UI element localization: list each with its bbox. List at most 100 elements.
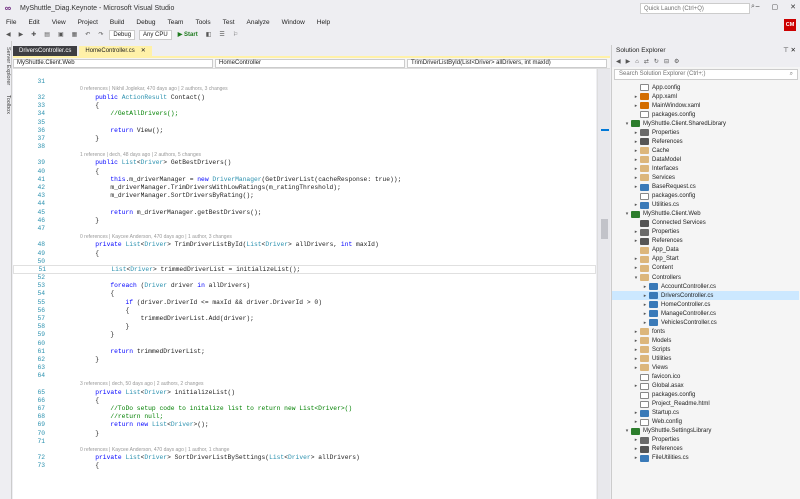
bookmark-icon[interactable]: ⚐ [231,31,240,38]
tree-item[interactable]: Connected Services [612,219,799,228]
code-text[interactable]: } [53,430,99,437]
expand-icon[interactable]: ▸ [641,302,649,308]
code-text[interactable]: { [53,290,114,297]
code-text[interactable]: } [53,135,99,142]
expand-icon[interactable]: ▸ [632,184,640,190]
solution-search-input[interactable]: Search Solution Explorer (Ctrl+;) ⌕ [614,69,798,80]
menu-debug[interactable]: Debug [130,19,161,26]
tree-item[interactable]: packages.config [612,110,799,119]
expand-icon[interactable]: ▸ [632,347,640,353]
tree-item[interactable]: ▸ Properties [612,228,799,237]
back-icon[interactable]: ◀ [4,31,13,38]
minimize-icon[interactable]: – [756,3,760,11]
tree-item[interactable]: packages.config [612,192,799,201]
expand-icon[interactable]: ▸ [632,265,640,271]
code-text[interactable]: m_driverManager.TrimDriversWithLowRating… [53,184,341,191]
tree-item[interactable]: ▸ Cache [612,146,799,155]
expand-icon[interactable]: ▸ [632,383,640,389]
expand-icon[interactable]: ▸ [632,175,640,181]
menu-window[interactable]: Window [276,19,311,26]
code-text[interactable]: return new List<Driver>(); [53,421,208,428]
start-button[interactable]: ▶ Start [176,31,200,38]
expand-icon[interactable]: ▸ [632,329,640,335]
tree-item[interactable]: packages.config [612,391,799,400]
tree-item[interactable]: ▸ Global.asax [612,382,799,391]
tree-item[interactable]: ▾ MyShuttle.SettingsLibrary [612,427,799,436]
scroll-thumb[interactable] [601,219,608,239]
code-text[interactable]: { [53,102,99,109]
expand-icon[interactable]: ▸ [632,238,640,244]
expand-icon[interactable]: ▸ [632,94,640,100]
tree-item[interactable]: ▸ Startup.cs [612,409,799,418]
menu-view[interactable]: View [46,19,72,26]
tree-item[interactable]: ▸ HomeController.cs [612,300,799,309]
expand-icon[interactable]: ▸ [632,166,640,172]
code-text[interactable]: //GetAllDrivers(); [53,110,178,117]
tree-item[interactable]: ▸ References [612,137,799,146]
quick-launch-input[interactable]: Quick Launch (Ctrl+Q) [640,3,750,14]
code-text[interactable]: trimmedDriverList.Add(driver); [53,315,254,322]
menu-test[interactable]: Test [217,19,241,26]
code-text[interactable]: { [53,250,99,257]
forward-icon[interactable]: ▶ [626,58,631,65]
tree-item[interactable]: ▸ Properties [612,436,799,445]
tree-item[interactable]: ▸ Content [612,264,799,273]
tree-item[interactable]: ▸ Utilities.cs [612,201,799,210]
code-editor[interactable]: 31 0 references | Nikhil Joglekar, 470 da… [13,69,596,499]
class-dropdown[interactable]: HomeController [215,58,405,68]
tree-item[interactable]: ▸ Properties [612,128,799,137]
tree-item[interactable]: ▸ fonts [612,327,799,336]
code-text[interactable]: if (driver.DriverId <= maxId && driver.D… [53,299,322,306]
tree-item[interactable]: ▸ Services [612,173,799,182]
expand-icon[interactable]: ▸ [632,437,640,443]
menu-edit[interactable]: Edit [22,19,45,26]
tree-item[interactable]: ▸ DataModel [612,155,799,164]
tree-item[interactable]: ▸ App_Start [612,255,799,264]
tree-item[interactable]: App.config [612,83,799,92]
collapse-icon[interactable]: ▾ [623,428,631,434]
code-text[interactable]: List<Driver> trimmedDriverList = initial… [54,266,300,273]
expand-icon[interactable]: ▸ [632,356,640,362]
refresh-icon[interactable]: ↻ [654,58,659,65]
code-text[interactable]: public List<Driver> GetBestDrivers() [53,159,231,166]
tree-item[interactable]: ▸ Scripts [612,345,799,354]
sync-icon[interactable]: ⇄ [644,58,649,65]
toolbox-tab[interactable]: Toolbox [1,95,11,114]
attach-icon[interactable]: ◧ [204,31,214,38]
codelens-text[interactable]: 0 references | Kaycee Anderson, 470 days… [13,234,232,240]
code-text[interactable]: return trimmedDriverList; [53,348,204,355]
tree-item[interactable]: ▸ AccountController.cs [612,282,799,291]
tree-item[interactable]: ▸ ManageController.cs [612,309,799,318]
tree-item[interactable]: ▸ BaseRequest.cs [612,183,799,192]
tree-item[interactable]: ▸ VehiclesController.cs [612,318,799,327]
menu-help[interactable]: Help [311,19,336,26]
collapse-icon[interactable]: ▾ [632,275,640,281]
tree-item[interactable]: ▾ MyShuttle.Client.SharedLibrary [612,119,799,128]
code-text[interactable]: } [53,323,129,330]
server-explorer-tab[interactable]: Server Explorer [1,47,11,85]
code-text[interactable]: //ToDo setup code to initalize list to r… [53,405,352,412]
code-text[interactable]: { [53,462,99,469]
codelens-text[interactable]: 0 references | Kaycee Anderson, 470 days… [13,447,229,453]
code-text[interactable]: { [53,168,99,175]
tree-item[interactable]: ▾ MyShuttle.Client.Web [612,210,799,219]
tree-item[interactable]: Project_Readme.html [612,400,799,409]
code-text[interactable]: return View(); [53,127,163,134]
expand-icon[interactable]: ▸ [632,256,640,262]
expand-icon[interactable]: ▸ [641,320,649,326]
member-dropdown[interactable]: TrimDriverListById(List<Driver> allDrive… [407,58,607,68]
menu-file[interactable]: File [0,19,22,26]
codelens-text[interactable]: 0 references | Nikhil Joglekar, 470 days… [13,86,228,92]
code-text[interactable]: this.m_driverManager = new DriverManager… [53,176,401,183]
code-text[interactable]: } [53,331,114,338]
redo-icon[interactable]: ↷ [96,31,105,38]
maximize-icon[interactable]: ▢ [772,3,779,11]
tree-item[interactable]: ▸ App.xaml [612,92,799,101]
tree-item[interactable]: ▸ References [612,237,799,246]
code-text[interactable]: { [53,307,129,314]
expand-icon[interactable]: ▸ [632,229,640,235]
tree-item[interactable]: App_Data [612,246,799,255]
expand-icon[interactable]: ▸ [632,365,640,371]
expand-icon[interactable]: ▸ [632,103,640,109]
expand-icon[interactable]: ▸ [632,148,640,154]
